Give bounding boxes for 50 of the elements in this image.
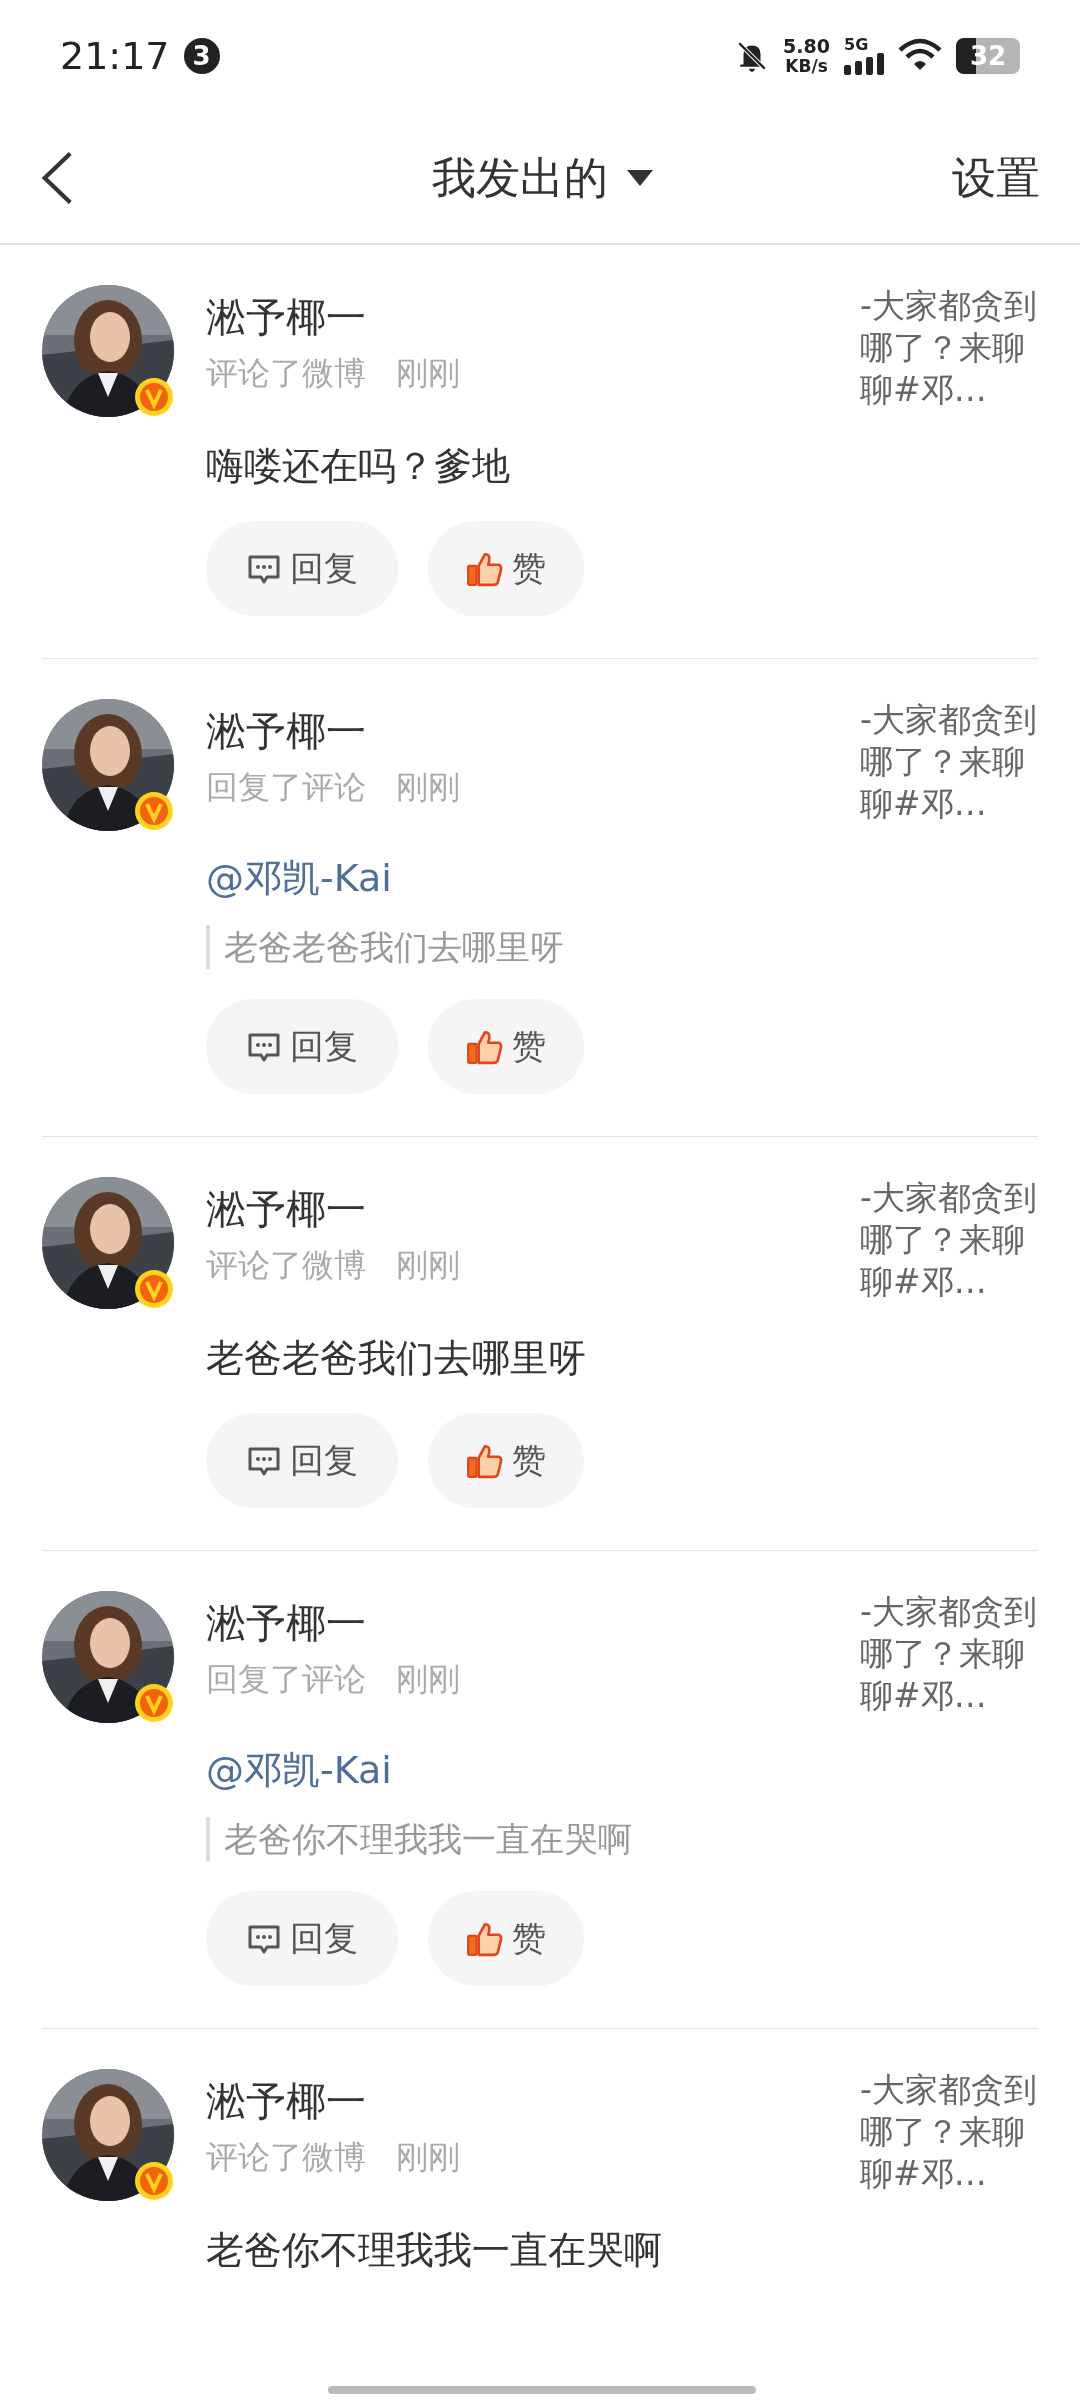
user-name[interactable]: 淞予椰一	[206, 2075, 460, 2127]
verified-badge-icon	[134, 377, 174, 417]
quoted-comment: 老爸老爸我们去哪里呀	[206, 925, 1038, 969]
mention-link[interactable]: @邓凯-Kai	[206, 1745, 392, 1795]
time-label: 刚刚	[396, 1659, 460, 1700]
source-post[interactable]: -大家都贪到哪了？来聊聊#邓…	[860, 1177, 1038, 1303]
user-name[interactable]: 淞予椰一	[206, 705, 460, 757]
source-post[interactable]: -大家都贪到哪了？来聊聊#邓…	[860, 699, 1038, 825]
time-label: 刚刚	[396, 2137, 460, 2178]
verified-badge-icon	[134, 1683, 174, 1723]
status-time: 21:17	[60, 32, 170, 80]
like-button[interactable]: 赞	[428, 999, 584, 1094]
action-label: 评论了微博	[206, 353, 366, 394]
like-button[interactable]: 赞	[428, 1891, 584, 1986]
mention-link[interactable]: @邓凯-Kai	[206, 853, 392, 903]
action-label: 回复了评论	[206, 1659, 366, 1700]
action-label: 评论了微博	[206, 2137, 366, 2178]
verified-badge-icon	[134, 791, 174, 831]
dropdown-caret-icon[interactable]	[626, 167, 654, 188]
verified-badge-icon	[134, 2161, 174, 2201]
page-title[interactable]: 我发出的	[432, 144, 608, 211]
user-name[interactable]: 淞予椰一	[206, 1597, 460, 1649]
action-label: 评论了微博	[206, 1245, 366, 1286]
user-name[interactable]: 淞予椰一	[206, 291, 460, 343]
like-button[interactable]: 赞	[428, 521, 584, 616]
quoted-comment: 老爸你不理我我一直在哭啊	[206, 1817, 1038, 1861]
network-speed: 5.80	[783, 36, 830, 56]
notification-count: 3	[183, 38, 220, 74]
reply-button[interactable]: 回复	[206, 1413, 398, 1508]
verified-badge-icon	[134, 1269, 174, 1309]
speed-unit: KB/s	[785, 56, 828, 76]
source-post[interactable]: -大家都贪到哪了？来聊聊#邓…	[860, 2069, 1038, 2195]
time-label: 刚刚	[396, 353, 460, 394]
back-icon[interactable]	[40, 149, 74, 206]
signal-icon	[844, 53, 884, 75]
time-label: 刚刚	[396, 767, 460, 808]
reply-button[interactable]: 回复	[206, 521, 398, 616]
like-button[interactable]: 赞	[428, 1413, 584, 1508]
user-name[interactable]: 淞予椰一	[206, 1183, 460, 1235]
settings-button[interactable]: 设置	[952, 144, 1040, 211]
action-label: 回复了评论	[206, 767, 366, 808]
time-label: 刚刚	[396, 1245, 460, 1286]
comment-text: 老爸老爸我们去哪里呀	[206, 1335, 587, 1382]
comment-text: 老爸你不理我我一直在哭啊	[206, 2227, 663, 2274]
network-type: 5G	[844, 37, 869, 53]
source-post[interactable]: -大家都贪到哪了？来聊聊#邓…	[860, 1591, 1038, 1717]
comment-text: 嗨喽还在吗？爹地	[206, 443, 511, 490]
reply-button[interactable]: 回复	[206, 999, 398, 1094]
source-post[interactable]: -大家都贪到哪了？来聊聊#邓…	[860, 285, 1038, 411]
reply-button[interactable]: 回复	[206, 1891, 398, 1986]
